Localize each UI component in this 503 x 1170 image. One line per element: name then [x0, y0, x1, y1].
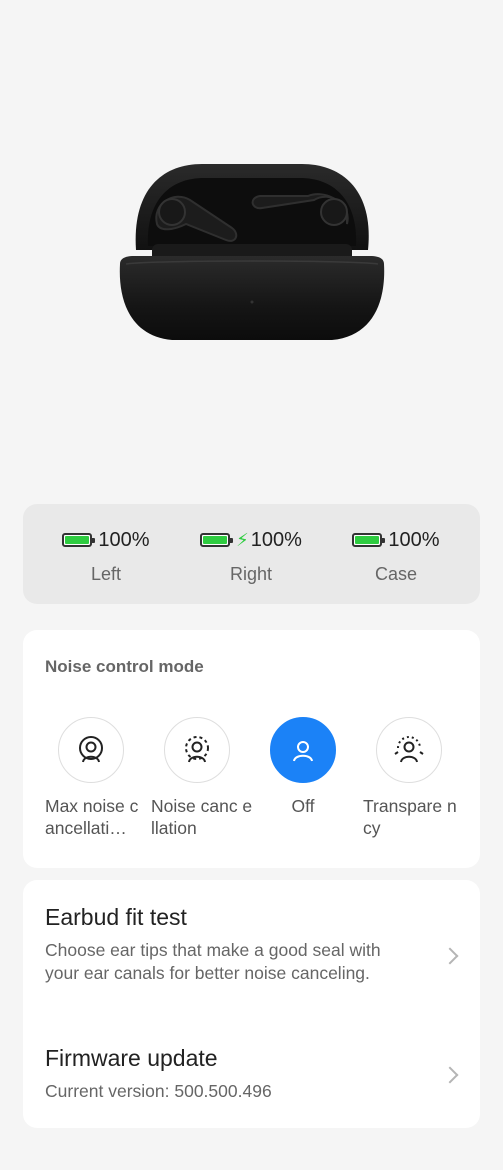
- battery-case-label: Case: [374, 564, 418, 584]
- battery-left: 100% Left: [31, 524, 181, 585]
- mode-off[interactable]: Off: [257, 717, 363, 817]
- battery-case: 100% Case: [321, 524, 471, 585]
- mode-label: Transpare ncy: [363, 796, 457, 838]
- battery-icon: [352, 533, 386, 547]
- mode-transparency[interactable]: Transpare ncy: [363, 717, 469, 839]
- fit-test-title: Earbud fit test: [45, 904, 187, 930]
- battery-case-percent: 100%: [388, 528, 440, 551]
- battery-right: ⚡ 100% Right: [176, 524, 326, 585]
- mode-noise-cancellation[interactable]: Noise canc ellation: [151, 717, 257, 839]
- max-noise-cancellation-icon: [79, 736, 103, 763]
- battery-left-percent: 100%: [98, 528, 150, 551]
- transparency-icon: [394, 736, 424, 763]
- noise-off-button[interactable]: [270, 717, 336, 783]
- fit-test-description: Choose ear tips that make a good seal wi…: [45, 940, 381, 983]
- firmware-title: Firmware update: [45, 1045, 218, 1071]
- noise-control-title: Noise control mode: [45, 657, 204, 676]
- noise-cancellation-button[interactable]: [164, 717, 230, 783]
- firmware-update-item[interactable]: Firmware update Current version: 500.500…: [45, 1045, 460, 1103]
- earbud-fit-test-item[interactable]: Earbud fit test Choose ear tips that mak…: [45, 904, 460, 984]
- settings-card: Earbud fit test Choose ear tips that mak…: [23, 880, 480, 1128]
- battery-icon: [200, 533, 234, 547]
- firmware-version: Current version: 500.500.496: [45, 1081, 272, 1101]
- mode-max-noise-cancellation[interactable]: Max noise cancellati…: [45, 717, 151, 839]
- earbuds-settings-page: 100% Left ⚡ 100% Right 100% Case Noise c…: [0, 0, 503, 1170]
- charging-bolt-icon: ⚡: [236, 530, 249, 550]
- max-noise-cancellation-button[interactable]: [58, 717, 124, 783]
- noise-control-card: Noise control mode Max noise cancellati…: [23, 630, 480, 868]
- battery-icon: [62, 533, 96, 547]
- noise-off-icon: [293, 741, 313, 762]
- battery-left-label: Left: [90, 564, 122, 584]
- battery-status-panel: 100% Left ⚡ 100% Right 100% Case: [23, 504, 480, 604]
- earbuds-case-image: [119, 164, 385, 340]
- battery-right-percent: 100%: [250, 528, 302, 551]
- mode-label: Noise canc ellation: [151, 796, 253, 838]
- mode-label: Max noise cancellati…: [45, 796, 139, 838]
- battery-right-label: Right: [229, 564, 273, 584]
- mode-label: Off: [291, 796, 315, 816]
- transparency-button[interactable]: [376, 717, 442, 783]
- product-hero: [0, 0, 503, 480]
- noise-cancellation-icon: [185, 736, 209, 763]
